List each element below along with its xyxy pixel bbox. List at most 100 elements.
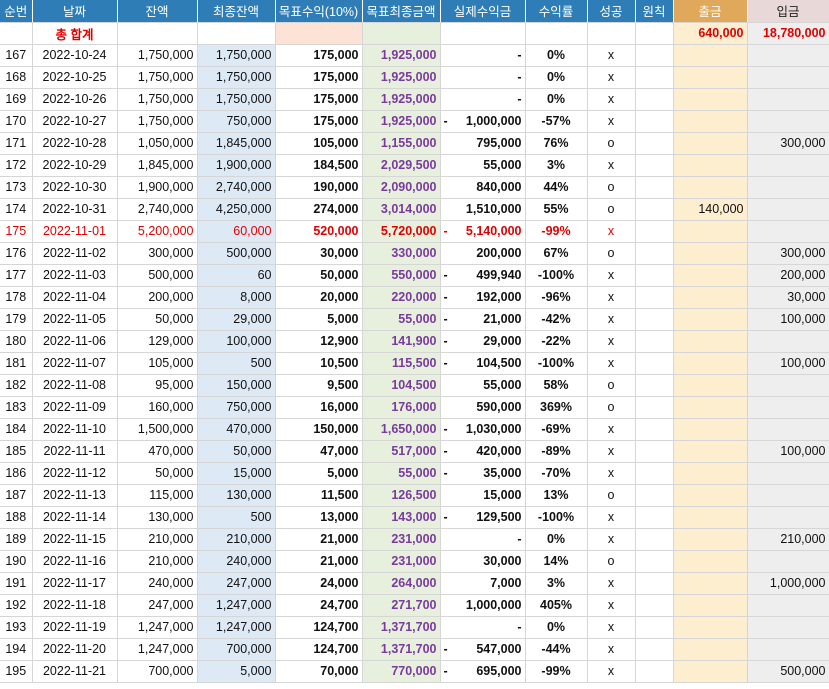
row-actual-profit[interactable]: 7,000 bbox=[440, 572, 526, 595]
row-withdraw[interactable] bbox=[673, 330, 748, 353]
row-rate[interactable]: 405% bbox=[525, 594, 588, 617]
row-actual-profit[interactable]: - bbox=[440, 616, 526, 639]
row-target-profit[interactable]: 5,000 bbox=[275, 462, 363, 485]
row-final-balance[interactable]: 60 bbox=[197, 264, 276, 287]
row-no[interactable]: 184 bbox=[0, 418, 33, 441]
row-target-profit[interactable]: 5,000 bbox=[275, 308, 363, 331]
row-withdraw[interactable] bbox=[673, 638, 748, 661]
row-success[interactable]: o bbox=[587, 396, 636, 419]
row-rate[interactable]: 0% bbox=[525, 616, 588, 639]
row-deposit[interactable]: 100,000 bbox=[747, 308, 829, 331]
row-balance[interactable]: 700,000 bbox=[117, 660, 198, 683]
row-deposit[interactable] bbox=[747, 154, 829, 177]
row-withdraw[interactable] bbox=[673, 176, 748, 199]
row-withdraw[interactable] bbox=[673, 374, 748, 397]
row-no[interactable]: 190 bbox=[0, 550, 33, 573]
row-target-profit[interactable]: 21,000 bbox=[275, 528, 363, 551]
row-balance[interactable]: 1,900,000 bbox=[117, 176, 198, 199]
row-date[interactable]: 2022-11-12 bbox=[32, 462, 118, 485]
row-deposit[interactable]: 300,000 bbox=[747, 132, 829, 155]
row-rate[interactable]: -100% bbox=[525, 352, 588, 375]
row-withdraw[interactable] bbox=[673, 550, 748, 573]
row-final-balance[interactable]: 500,000 bbox=[197, 242, 276, 265]
row-principle[interactable] bbox=[635, 616, 674, 639]
row-date[interactable]: 2022-11-04 bbox=[32, 286, 118, 309]
row-rate[interactable]: 0% bbox=[525, 528, 588, 551]
row-principle[interactable] bbox=[635, 330, 674, 353]
row-target-final[interactable]: 3,014,000 bbox=[362, 198, 441, 221]
row-actual-profit[interactable]: 30,000 bbox=[440, 550, 526, 573]
row-date[interactable]: 2022-11-13 bbox=[32, 484, 118, 507]
row-balance[interactable]: 247,000 bbox=[117, 594, 198, 617]
row-actual-profit[interactable]: - 695,000 bbox=[440, 660, 526, 683]
row-no[interactable]: 193 bbox=[0, 616, 33, 639]
header-principle[interactable]: 원칙 bbox=[635, 0, 674, 23]
row-target-profit[interactable]: 175,000 bbox=[275, 110, 363, 133]
row-final-balance[interactable]: 8,000 bbox=[197, 286, 276, 309]
row-date[interactable]: 2022-11-21 bbox=[32, 660, 118, 683]
row-no[interactable]: 182 bbox=[0, 374, 33, 397]
row-final-balance[interactable]: 29,000 bbox=[197, 308, 276, 331]
row-withdraw[interactable] bbox=[673, 132, 748, 155]
row-final-balance[interactable]: 1,247,000 bbox=[197, 594, 276, 617]
row-target-final[interactable]: 550,000 bbox=[362, 264, 441, 287]
row-withdraw[interactable] bbox=[673, 286, 748, 309]
row-target-profit[interactable]: 24,700 bbox=[275, 594, 363, 617]
row-no[interactable]: 176 bbox=[0, 242, 33, 265]
row-principle[interactable] bbox=[635, 132, 674, 155]
row-actual-profit[interactable]: - 1,000,000 bbox=[440, 110, 526, 133]
row-deposit[interactable] bbox=[747, 550, 829, 573]
row-rate[interactable]: -69% bbox=[525, 418, 588, 441]
row-balance[interactable]: 210,000 bbox=[117, 528, 198, 551]
row-principle[interactable] bbox=[635, 220, 674, 243]
row-date[interactable]: 2022-11-19 bbox=[32, 616, 118, 639]
row-date[interactable]: 2022-11-02 bbox=[32, 242, 118, 265]
row-principle[interactable] bbox=[635, 462, 674, 485]
row-target-profit[interactable]: 20,000 bbox=[275, 286, 363, 309]
row-withdraw[interactable] bbox=[673, 308, 748, 331]
row-withdraw[interactable]: 140,000 bbox=[673, 198, 748, 221]
row-deposit[interactable] bbox=[747, 330, 829, 353]
row-target-final[interactable]: 231,000 bbox=[362, 550, 441, 573]
row-target-final[interactable]: 231,000 bbox=[362, 528, 441, 551]
row-target-final[interactable]: 770,000 bbox=[362, 660, 441, 683]
row-principle[interactable] bbox=[635, 88, 674, 111]
row-target-final[interactable]: 55,000 bbox=[362, 308, 441, 331]
row-final-balance[interactable]: 4,250,000 bbox=[197, 198, 276, 221]
row-final-balance[interactable]: 100,000 bbox=[197, 330, 276, 353]
row-no[interactable]: 183 bbox=[0, 396, 33, 419]
row-withdraw[interactable] bbox=[673, 88, 748, 111]
row-target-profit[interactable]: 30,000 bbox=[275, 242, 363, 265]
row-principle[interactable] bbox=[635, 264, 674, 287]
row-final-balance[interactable]: 1,750,000 bbox=[197, 66, 276, 89]
row-balance[interactable]: 1,750,000 bbox=[117, 66, 198, 89]
row-date[interactable]: 2022-10-24 bbox=[32, 44, 118, 67]
row-success[interactable]: x bbox=[587, 286, 636, 309]
row-success[interactable]: x bbox=[587, 418, 636, 441]
row-balance[interactable]: 240,000 bbox=[117, 572, 198, 595]
row-deposit[interactable]: 100,000 bbox=[747, 440, 829, 463]
row-deposit[interactable] bbox=[747, 198, 829, 221]
row-principle[interactable] bbox=[635, 418, 674, 441]
row-no[interactable]: 185 bbox=[0, 440, 33, 463]
row-date[interactable]: 2022-10-30 bbox=[32, 176, 118, 199]
row-success[interactable]: o bbox=[587, 484, 636, 507]
row-date[interactable]: 2022-11-18 bbox=[32, 594, 118, 617]
row-target-profit[interactable]: 21,000 bbox=[275, 550, 363, 573]
row-balance[interactable]: 50,000 bbox=[117, 308, 198, 331]
row-success[interactable]: x bbox=[587, 44, 636, 67]
row-target-final[interactable]: 141,900 bbox=[362, 330, 441, 353]
row-no[interactable]: 178 bbox=[0, 286, 33, 309]
row-target-final[interactable]: 1,925,000 bbox=[362, 110, 441, 133]
total-withdraw[interactable]: 640,000 bbox=[673, 22, 748, 45]
row-success[interactable]: o bbox=[587, 132, 636, 155]
row-target-profit[interactable]: 175,000 bbox=[275, 44, 363, 67]
row-target-profit[interactable]: 124,700 bbox=[275, 616, 363, 639]
row-rate[interactable]: -22% bbox=[525, 330, 588, 353]
row-deposit[interactable]: 300,000 bbox=[747, 242, 829, 265]
row-target-profit[interactable]: 70,000 bbox=[275, 660, 363, 683]
row-deposit[interactable] bbox=[747, 462, 829, 485]
row-withdraw[interactable] bbox=[673, 462, 748, 485]
row-target-profit[interactable]: 12,900 bbox=[275, 330, 363, 353]
row-deposit[interactable] bbox=[747, 110, 829, 133]
